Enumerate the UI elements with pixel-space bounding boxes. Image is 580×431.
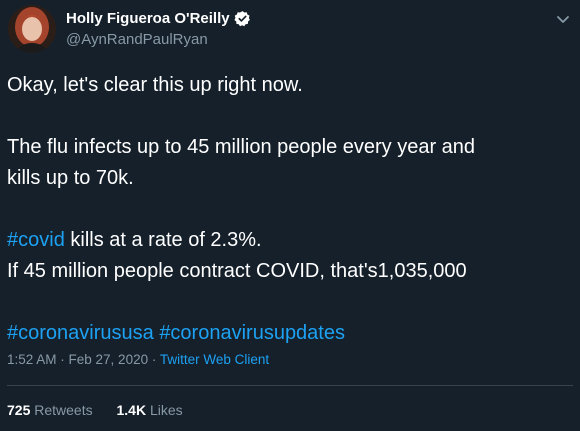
retweets-stat[interactable]: 725 Retweets (7, 402, 93, 418)
tweet-stats: 725 Retweets 1.4K Likes (7, 402, 203, 418)
tweet-card: Holly Figueroa O'Reilly @AynRandPaulRyan… (0, 0, 580, 431)
meta-separator: · (148, 352, 160, 367)
avatar[interactable] (8, 5, 56, 53)
likes-count: 1.4K (116, 402, 147, 418)
tweet-meta: 1:52 AM · Feb 27, 2020 · Twitter Web Cli… (7, 352, 269, 367)
divider (7, 385, 573, 386)
likes-stat[interactable]: 1.4K Likes (117, 402, 183, 418)
meta-separator: · (56, 352, 69, 367)
tweet-time[interactable]: 1:52 AM (7, 352, 57, 367)
retweets-label: Retweets (34, 402, 93, 418)
tweet-line: #coronavirususa #coronavirusupdates (7, 318, 572, 349)
verified-badge-icon (234, 10, 251, 27)
tweet-line: Okay, let's clear this up right now. (7, 74, 303, 96)
tweet-text: Okay, let's clear this up right now. The… (7, 70, 572, 349)
user-name-row: Holly Figueroa O'Reilly (66, 10, 251, 27)
display-name[interactable]: Holly Figueroa O'Reilly (66, 10, 230, 27)
tweet-client-link[interactable]: Twitter Web Client (160, 352, 269, 367)
avatar-photo-icon (8, 5, 56, 53)
hashtag-link[interactable]: #coronavirusupdates (159, 322, 345, 344)
hashtag-link[interactable]: #covid (7, 229, 65, 251)
tweet-text-segment: kills at a rate of 2.3%. (64, 229, 262, 251)
tweet-line: kills up to 70k. (7, 167, 134, 189)
likes-label: Likes (149, 402, 183, 418)
retweets-count: 725 (7, 402, 31, 418)
user-handle[interactable]: @AynRandPaulRyan (66, 31, 208, 48)
hashtag-link[interactable]: #coronavirususa (7, 322, 154, 344)
tweet-line: The flu infects up to 45 million people … (7, 136, 476, 158)
tweet-line: #covid kills at a rate of 2.3%. (7, 225, 572, 256)
chevron-down-icon[interactable] (554, 10, 572, 28)
tweet-date[interactable]: Feb 27, 2020 (69, 352, 149, 367)
tweet-line: If 45 million people contract COVID, tha… (7, 260, 467, 282)
